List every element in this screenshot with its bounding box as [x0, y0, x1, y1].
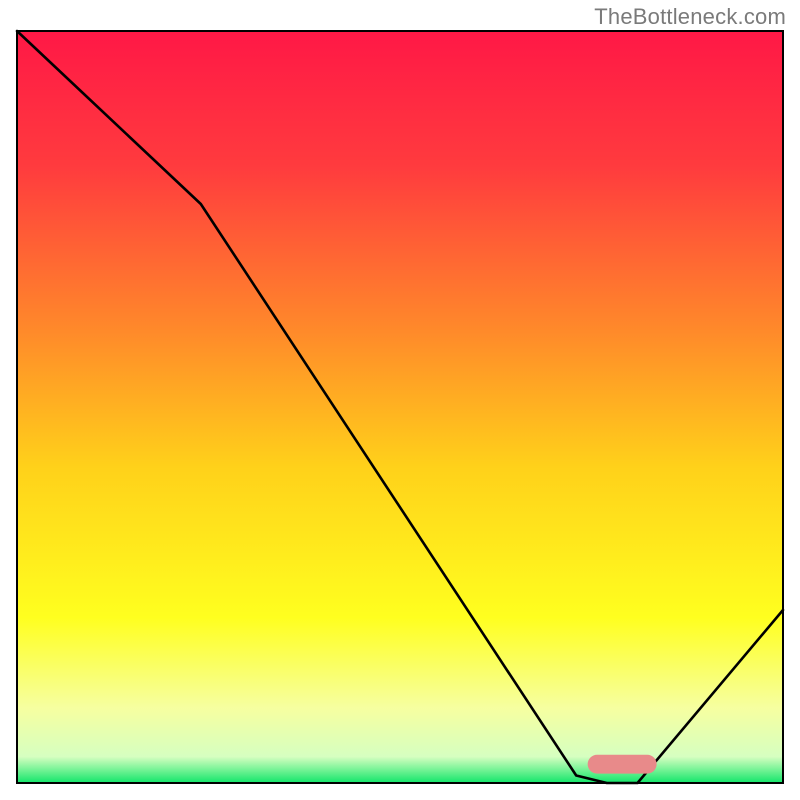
plot-background [17, 31, 783, 783]
bottleneck-chart [0, 0, 800, 800]
optimum-marker [588, 755, 657, 774]
